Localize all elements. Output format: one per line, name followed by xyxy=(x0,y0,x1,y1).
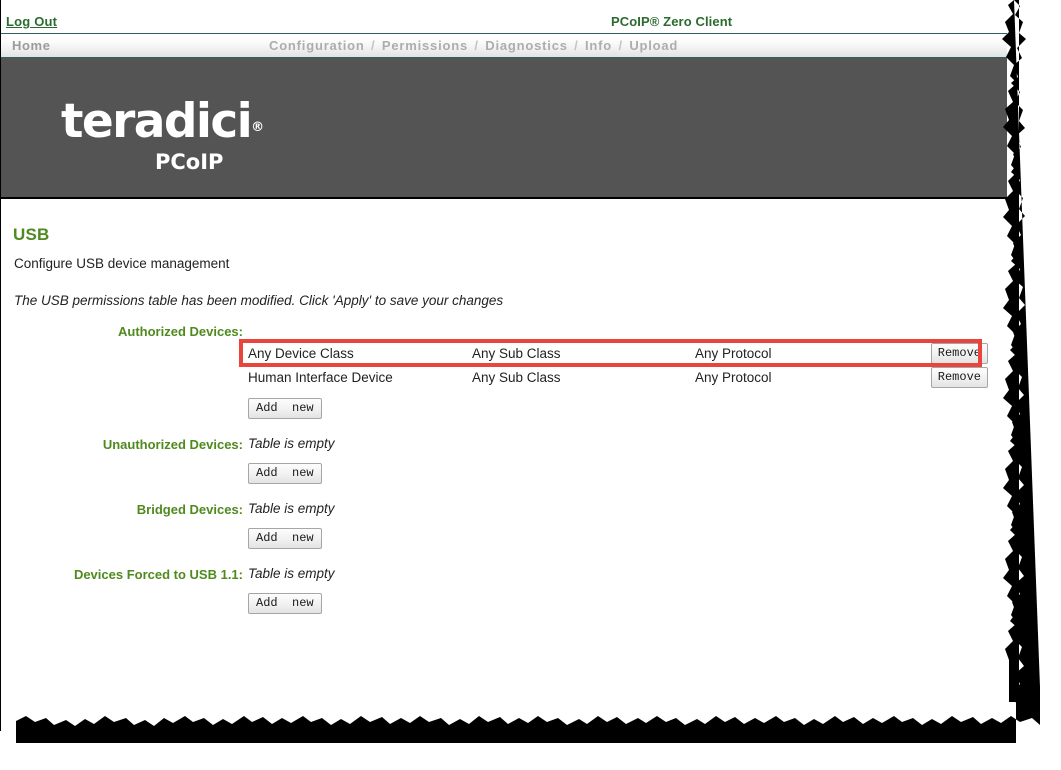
table-row: Human Interface Device Any Sub Class Any… xyxy=(248,367,988,391)
navigation-bar: Home Configuration / Permissions / Diagn… xyxy=(1,33,1007,58)
logo-text: teradici xyxy=(61,94,253,149)
nav-item-configuration[interactable]: Configuration xyxy=(269,38,365,53)
top-bar: Log Out PCoIP® Zero Client xyxy=(1,0,1007,33)
page-subtitle: Configure USB device management xyxy=(14,256,230,271)
logout-link[interactable]: Log Out xyxy=(6,14,57,29)
product-title: PCoIP® Zero Client xyxy=(611,14,733,29)
browser-page: Log Out PCoIP® Zero Client Home Configur… xyxy=(0,0,1061,770)
logo-wordmark: teradici® xyxy=(61,98,321,152)
page-title: USB xyxy=(13,225,50,244)
label-unauthorized-devices: Unauthorized Devices: xyxy=(102,437,243,452)
nav-item-diagnostics[interactable]: Diagnostics xyxy=(485,38,567,53)
status-message: The USB permissions table has been modif… xyxy=(14,293,504,308)
nav-item-home[interactable]: Home xyxy=(12,38,51,53)
label-devices-forced-usb11: Devices Forced to USB 1.1: xyxy=(73,567,243,582)
nav-menu: Configuration / Permissions / Diagnostic… xyxy=(269,38,678,53)
nav-separator: / xyxy=(574,38,579,53)
empty-table-forced-usb11: Table is empty xyxy=(248,566,335,581)
label-bridged-devices: Bridged Devices: xyxy=(136,502,243,517)
cell-protocol: Any Protocol xyxy=(695,346,772,361)
logo-subtitle: PCoIP xyxy=(155,150,224,174)
nav-separator: / xyxy=(474,38,479,53)
nav-item-upload[interactable]: Upload xyxy=(629,38,678,53)
remove-button[interactable]: Remove xyxy=(930,367,988,388)
table-row: Any Device Class Any Sub Class Any Proto… xyxy=(248,343,988,367)
add-new-authorized-button[interactable]: Add new xyxy=(248,398,322,419)
empty-table-bridged: Table is empty xyxy=(248,501,335,516)
cell-device-class: Any Device Class xyxy=(248,346,354,361)
label-authorized-devices: Authorized Devices: xyxy=(118,324,243,339)
add-new-bridged-button[interactable]: Add new xyxy=(248,528,322,549)
add-new-forced-usb11-button[interactable]: Add new xyxy=(248,593,322,614)
cell-device-class: Human Interface Device xyxy=(248,370,393,385)
page-left-border xyxy=(0,0,1,731)
main-content: USB Configure USB device management The … xyxy=(1,199,1007,731)
nav-item-permissions[interactable]: Permissions xyxy=(382,38,468,53)
add-new-unauthorized-button[interactable]: Add new xyxy=(248,463,322,484)
registered-trademark-icon: ® xyxy=(251,120,265,135)
remove-button[interactable]: Remove xyxy=(930,343,988,364)
nav-separator: / xyxy=(371,38,376,53)
nav-separator: / xyxy=(618,38,623,53)
cell-sub-class: Any Sub Class xyxy=(472,370,561,385)
brand-banner: teradici® PCoIP xyxy=(1,58,1007,199)
nav-item-info[interactable]: Info xyxy=(585,38,612,53)
cell-sub-class: Any Sub Class xyxy=(472,346,561,361)
teradici-logo: teradici® PCoIP xyxy=(61,98,321,175)
cell-protocol: Any Protocol xyxy=(695,370,772,385)
empty-table-unauthorized: Table is empty xyxy=(248,436,335,451)
